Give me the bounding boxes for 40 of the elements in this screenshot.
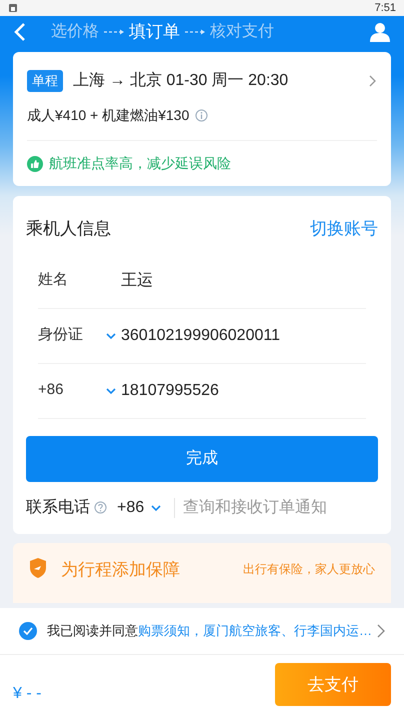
step-label: 选价格 [51,22,99,42]
shield-icon [29,556,47,578]
help-icon [94,501,107,514]
punctuality-notice: 航班准点率高，减少延误风险 [49,154,231,173]
chevron-right-icon [377,624,385,638]
field-label: 姓名 [38,270,69,290]
field-type-dropdown[interactable]: +86 [38,379,119,402]
profile-icon[interactable] [369,22,391,42]
arrow-icon [103,28,125,36]
chevron-down-icon [105,386,117,395]
done-button[interactable]: 完成 [26,436,378,482]
flight-route: 上海 → 北京 01-30 周一 20:30 [73,70,288,91]
field-value[interactable]: 王运 [121,268,153,292]
clock-time: 7:51 [374,0,396,16]
info-icon [195,109,208,122]
notification-icon [8,3,18,13]
insurance-title: 为行程添加保障 [61,558,180,580]
chevron-right-icon [369,75,377,87]
contact-phone-field[interactable]: 查询和接收订单通知 [183,496,378,520]
chevron-down-icon [105,331,117,340]
agreement-text: 我已阅读并同意 [47,622,138,640]
fare-breakdown: 成人¥410 + 机建燃油¥130 [27,106,190,125]
contact-label: 联系电话 [26,498,90,518]
chevron-down-icon [150,503,162,512]
thumbs-up-icon [27,156,43,172]
field-value[interactable]: 18107995526 [121,378,219,402]
arrow-icon [184,28,206,36]
section-title: 乘机人信息 [26,218,111,240]
trip-type-badge: 单程 [27,70,63,92]
total-price: ¥ - - [13,684,42,704]
country-code-dropdown[interactable]: +86 [117,496,162,520]
field-value[interactable]: 360102199906020011 [121,324,280,348]
back-icon[interactable] [13,22,27,42]
step-label: 核对支付 [210,22,274,42]
field-type-dropdown[interactable]: 身份证 [38,324,119,347]
agreement-checkbox[interactable] [19,622,37,640]
step-label: 填订单 [129,21,180,44]
checkmark-icon [23,627,33,635]
flight-card[interactable]: 单程 上海 → 北京 01-30 周一 20:30 成人¥410 + 机建燃油¥130 航班准点率高，减少延误风险 [13,52,391,186]
insurance-slogan: 出行有保险，家人更放心 [243,560,375,578]
